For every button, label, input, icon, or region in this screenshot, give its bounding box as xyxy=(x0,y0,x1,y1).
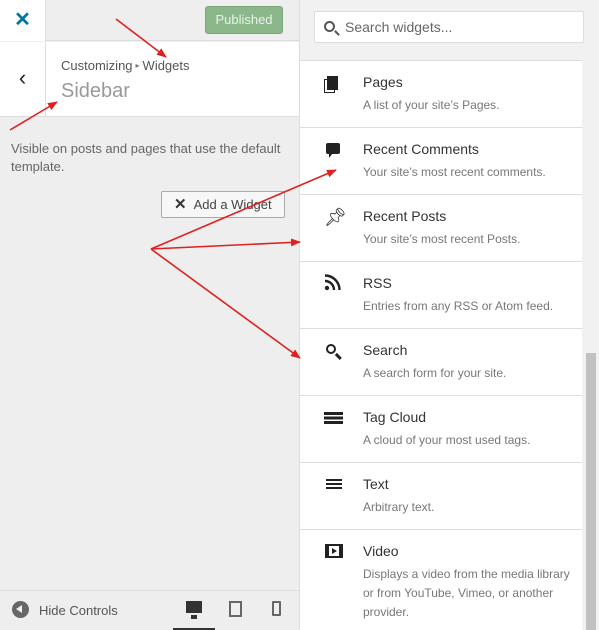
breadcrumb-current: Widgets xyxy=(142,58,190,73)
widget-description: Your site’s most recent Posts. xyxy=(363,232,521,246)
pin-icon: 📌︎ xyxy=(324,207,347,227)
collapse-left-icon[interactable] xyxy=(12,601,29,618)
widget-title: Text xyxy=(363,476,389,492)
widget-title: Search xyxy=(363,342,408,358)
customizer-footer: Hide Controls xyxy=(0,590,299,630)
publish-button[interactable]: Published xyxy=(205,6,283,34)
section-title: Sidebar xyxy=(61,80,130,102)
comment-icon xyxy=(326,143,340,158)
search-icon xyxy=(324,21,335,32)
breadcrumb-separator-icon: ▸ xyxy=(135,61,140,70)
widget-list: Pages A list of your site’s Pages. Recen… xyxy=(300,60,582,630)
breadcrumb-parent: Customizing xyxy=(61,58,133,73)
widget-description: Arbitrary text. xyxy=(363,500,435,514)
widget-title: Video xyxy=(363,543,399,559)
tablet-preview-icon[interactable] xyxy=(229,601,242,617)
widget-search-input[interactable] xyxy=(345,19,575,35)
widget-title: Recent Comments xyxy=(363,141,479,157)
widget-description: A cloud of your most used tags. xyxy=(363,433,531,447)
breadcrumb: Customizing ▸ Widgets xyxy=(61,58,190,73)
section-header: ‹ Customizing ▸ Widgets Sidebar xyxy=(0,42,299,117)
widget-item-tag-cloud[interactable]: Tag Cloud A cloud of your most used tags… xyxy=(300,396,582,463)
widget-description: Displays a video from the media library … xyxy=(363,567,570,619)
widget-description: A search form for your site. xyxy=(363,366,507,380)
customizer-header: ✕ Published xyxy=(0,0,299,41)
widget-item-rss[interactable]: RSS Entries from any RSS or Atom feed. xyxy=(300,262,582,329)
add-widget-label: Add a Widget xyxy=(193,197,272,212)
back-button[interactable]: ‹ xyxy=(0,42,46,117)
widget-description: A list of your site’s Pages. xyxy=(363,98,500,112)
chevron-left-icon: ‹ xyxy=(18,65,27,90)
close-icon: ✕ xyxy=(14,9,31,31)
video-icon xyxy=(325,544,343,558)
scrollbar-thumb[interactable] xyxy=(586,353,596,630)
desktop-preview-icon[interactable] xyxy=(186,601,202,619)
customizer-pane: ✕ Published ‹ Customizing ▸ Widgets Sideba… xyxy=(0,0,299,630)
section-description: Visible on posts and pages that use the … xyxy=(11,141,281,174)
mobile-preview-icon[interactable] xyxy=(272,601,281,616)
widget-item-text[interactable]: Text Arbitrary text. xyxy=(300,463,582,530)
hide-controls-button[interactable]: Hide Controls xyxy=(39,603,118,618)
text-icon xyxy=(326,479,342,491)
widget-title: Pages xyxy=(363,74,403,90)
widget-item-video[interactable]: Video Displays a video from the media li… xyxy=(300,530,582,630)
widget-search-box[interactable] xyxy=(314,11,584,43)
widget-item-search[interactable]: Search A search form for your site. xyxy=(300,329,582,396)
rss-icon xyxy=(324,274,342,292)
close-button[interactable]: ✕ xyxy=(0,0,46,41)
widget-item-recent-posts[interactable]: 📌︎ Recent Posts Your site’s most recent … xyxy=(300,195,582,262)
pages-icon xyxy=(327,76,338,90)
widget-title: RSS xyxy=(363,275,392,291)
widget-title: Tag Cloud xyxy=(363,409,427,425)
widget-item-pages[interactable]: Pages A list of your site’s Pages. xyxy=(300,61,582,128)
add-widget-button[interactable]: ✕ Add a Widget xyxy=(161,191,285,218)
widget-description: Entries from any RSS or Atom feed. xyxy=(363,299,554,313)
search-icon xyxy=(326,344,336,354)
widget-list-scrollbar[interactable] xyxy=(582,60,599,630)
tag-cloud-icon xyxy=(324,412,343,424)
close-icon: ✕ xyxy=(174,196,187,213)
widget-item-recent-comments[interactable]: Recent Comments Your site’s most recent … xyxy=(300,128,582,195)
widget-title: Recent Posts xyxy=(363,208,447,224)
available-widgets-panel: Pages A list of your site’s Pages. Recen… xyxy=(299,0,599,630)
widget-description: Your site’s most recent comments. xyxy=(363,165,546,179)
